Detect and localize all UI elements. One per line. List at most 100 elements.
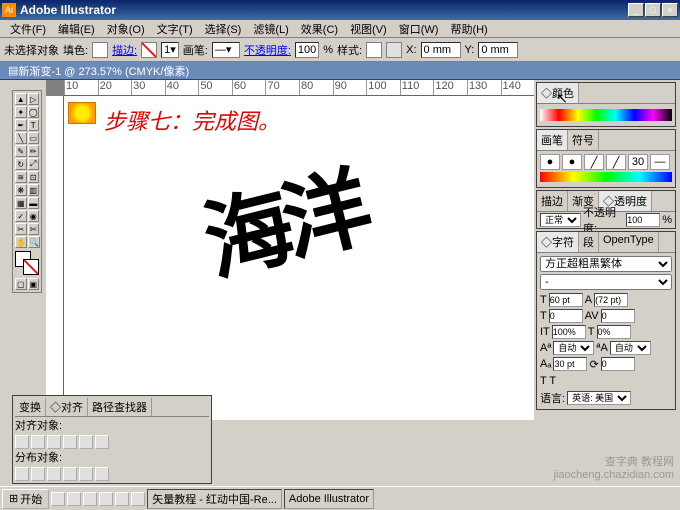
brush-preset[interactable]: ● (562, 154, 582, 170)
kerning[interactable] (549, 309, 583, 323)
y-input[interactable]: 0 mm (478, 42, 518, 58)
dist-left-icon[interactable] (63, 467, 77, 481)
pen-tool[interactable]: ✒ (15, 119, 27, 131)
canvas[interactable]: 步骤七：完成图。 海洋 (64, 96, 534, 420)
stroke-label[interactable]: 描边: (112, 42, 137, 58)
menu-filter[interactable]: 滤镜(L) (247, 19, 294, 39)
hscale[interactable] (552, 325, 586, 339)
brush-tool[interactable]: ✎ (15, 145, 27, 157)
hand-tool[interactable]: ✋ (15, 236, 27, 248)
tracking[interactable] (601, 309, 635, 323)
quicklaunch-icon[interactable] (83, 492, 97, 506)
gradient-tool[interactable]: ▬ (28, 197, 40, 209)
tab-brush[interactable]: 画笔 (537, 130, 568, 150)
align-hcenter-icon[interactable] (31, 435, 45, 449)
lasso-tool[interactable]: ◯ (28, 106, 40, 118)
quicklaunch-icon[interactable] (67, 492, 81, 506)
gradient-ramp[interactable] (540, 172, 672, 182)
tab-opentype[interactable]: OpenType (599, 232, 659, 252)
dist-vcenter-icon[interactable] (31, 467, 45, 481)
menu-object[interactable]: 对象(O) (101, 19, 151, 39)
slice-tool[interactable]: ✂ (15, 223, 27, 235)
align-bottom-icon[interactable] (95, 435, 109, 449)
tab-symbol[interactable]: 符号 (568, 130, 599, 150)
brush-select[interactable]: ―▾ (212, 42, 240, 58)
symbol-tool[interactable]: ❋ (15, 184, 27, 196)
pencil-tool[interactable]: ✏ (28, 145, 40, 157)
direct-select-tool[interactable]: ▷ (28, 93, 40, 105)
type-tool[interactable]: T (28, 119, 40, 131)
font-select[interactable]: 方正超粗黑繁体 (540, 256, 672, 272)
blend-mode-select[interactable]: 正常 (540, 213, 581, 227)
screen-mode-2[interactable]: ▣ (28, 278, 40, 290)
wand-tool[interactable]: ✦ (15, 106, 27, 118)
color-spectrum[interactable] (540, 109, 672, 121)
blend-tool[interactable]: ◉ (28, 210, 40, 222)
color-picker[interactable] (15, 251, 39, 275)
zoom-tool[interactable]: 🔍 (28, 236, 40, 248)
brush-preset[interactable]: ● (540, 154, 560, 170)
brush-preset[interactable]: ╱ (606, 154, 626, 170)
align-top-icon[interactable] (63, 435, 77, 449)
brush-preset[interactable]: ╱ (584, 154, 604, 170)
tab-paragraph[interactable]: 段 (579, 232, 599, 252)
font-size[interactable] (549, 293, 583, 307)
screen-mode-1[interactable]: ▢ (15, 278, 27, 290)
baseline-a[interactable]: 自动 (553, 341, 594, 355)
dist-right-icon[interactable] (95, 467, 109, 481)
menu-select[interactable]: 选择(S) (199, 19, 248, 39)
tab-pathfinder[interactable]: 路径查找器 (88, 398, 152, 416)
stroke-swatch[interactable] (141, 42, 157, 58)
opacity-input[interactable]: 100 (295, 42, 319, 58)
menu-effect[interactable]: 效果(C) (295, 19, 344, 39)
opacity-label[interactable]: 不透明度: (244, 42, 291, 58)
menu-help[interactable]: 帮助(H) (444, 19, 493, 39)
lang-select[interactable]: 英语: 美国 (567, 391, 631, 405)
tab-character[interactable]: ◇字符 (537, 232, 579, 252)
type-feature-icons[interactable]: T T (540, 375, 672, 387)
stroke-bg[interactable] (23, 259, 39, 275)
graph-tool[interactable]: ▥ (28, 184, 40, 196)
quicklaunch-icon[interactable] (131, 492, 145, 506)
align-right-icon[interactable] (47, 435, 61, 449)
vscale[interactable] (597, 325, 631, 339)
menu-view[interactable]: 视图(V) (344, 19, 393, 39)
warp-tool[interactable]: ≋ (15, 171, 27, 183)
start-button[interactable]: ⊞ 开始 (2, 489, 49, 509)
menu-file[interactable]: 文件(F) (4, 19, 52, 39)
x-input[interactable]: 0 mm (421, 42, 461, 58)
dist-hcenter-icon[interactable] (79, 467, 93, 481)
minimize-button[interactable]: _ (628, 3, 644, 17)
selection-tool[interactable]: ▲ (15, 93, 27, 105)
rotate-tool[interactable]: ↻ (15, 158, 27, 170)
fill-swatch[interactable] (92, 42, 108, 58)
dist-bottom-icon[interactable] (47, 467, 61, 481)
style-swatch[interactable] (366, 42, 382, 58)
align-left-icon[interactable] (15, 435, 29, 449)
font-style-select[interactable]: - (540, 274, 672, 290)
stroke-weight-input[interactable]: 1▾ (161, 42, 179, 58)
line-tool[interactable]: ╲ (15, 132, 27, 144)
opacity-value[interactable] (626, 213, 660, 227)
eyedropper-tool[interactable]: ✓ (15, 210, 27, 222)
char-rotate[interactable] (601, 357, 635, 371)
tab-color[interactable]: ◇颜色 (537, 83, 579, 103)
scissors-tool[interactable]: ✄ (28, 223, 40, 235)
document-tab[interactable]: ▤ 新渐变-1 @ 273.57% (CMYK/像素) (0, 62, 680, 80)
mesh-tool[interactable]: ▦ (15, 197, 27, 209)
quicklaunch-icon[interactable] (51, 492, 65, 506)
dist-top-icon[interactable] (15, 467, 29, 481)
scale-tool[interactable]: ⤢ (28, 158, 40, 170)
menu-edit[interactable]: 编辑(E) (52, 19, 101, 39)
task-button[interactable]: Adobe Illustrator (284, 489, 374, 509)
rect-tool[interactable]: ▭ (28, 132, 40, 144)
leading[interactable] (594, 293, 628, 307)
baseline-b[interactable]: 自动 (610, 341, 651, 355)
align-vcenter-icon[interactable] (79, 435, 93, 449)
baseline-shift[interactable] (553, 357, 587, 371)
brush-preset[interactable]: 30 (628, 154, 648, 170)
quicklaunch-icon[interactable] (115, 492, 129, 506)
quicklaunch-icon[interactable] (99, 492, 113, 506)
menu-type[interactable]: 文字(T) (151, 19, 199, 39)
menu-window[interactable]: 窗口(W) (393, 19, 445, 39)
